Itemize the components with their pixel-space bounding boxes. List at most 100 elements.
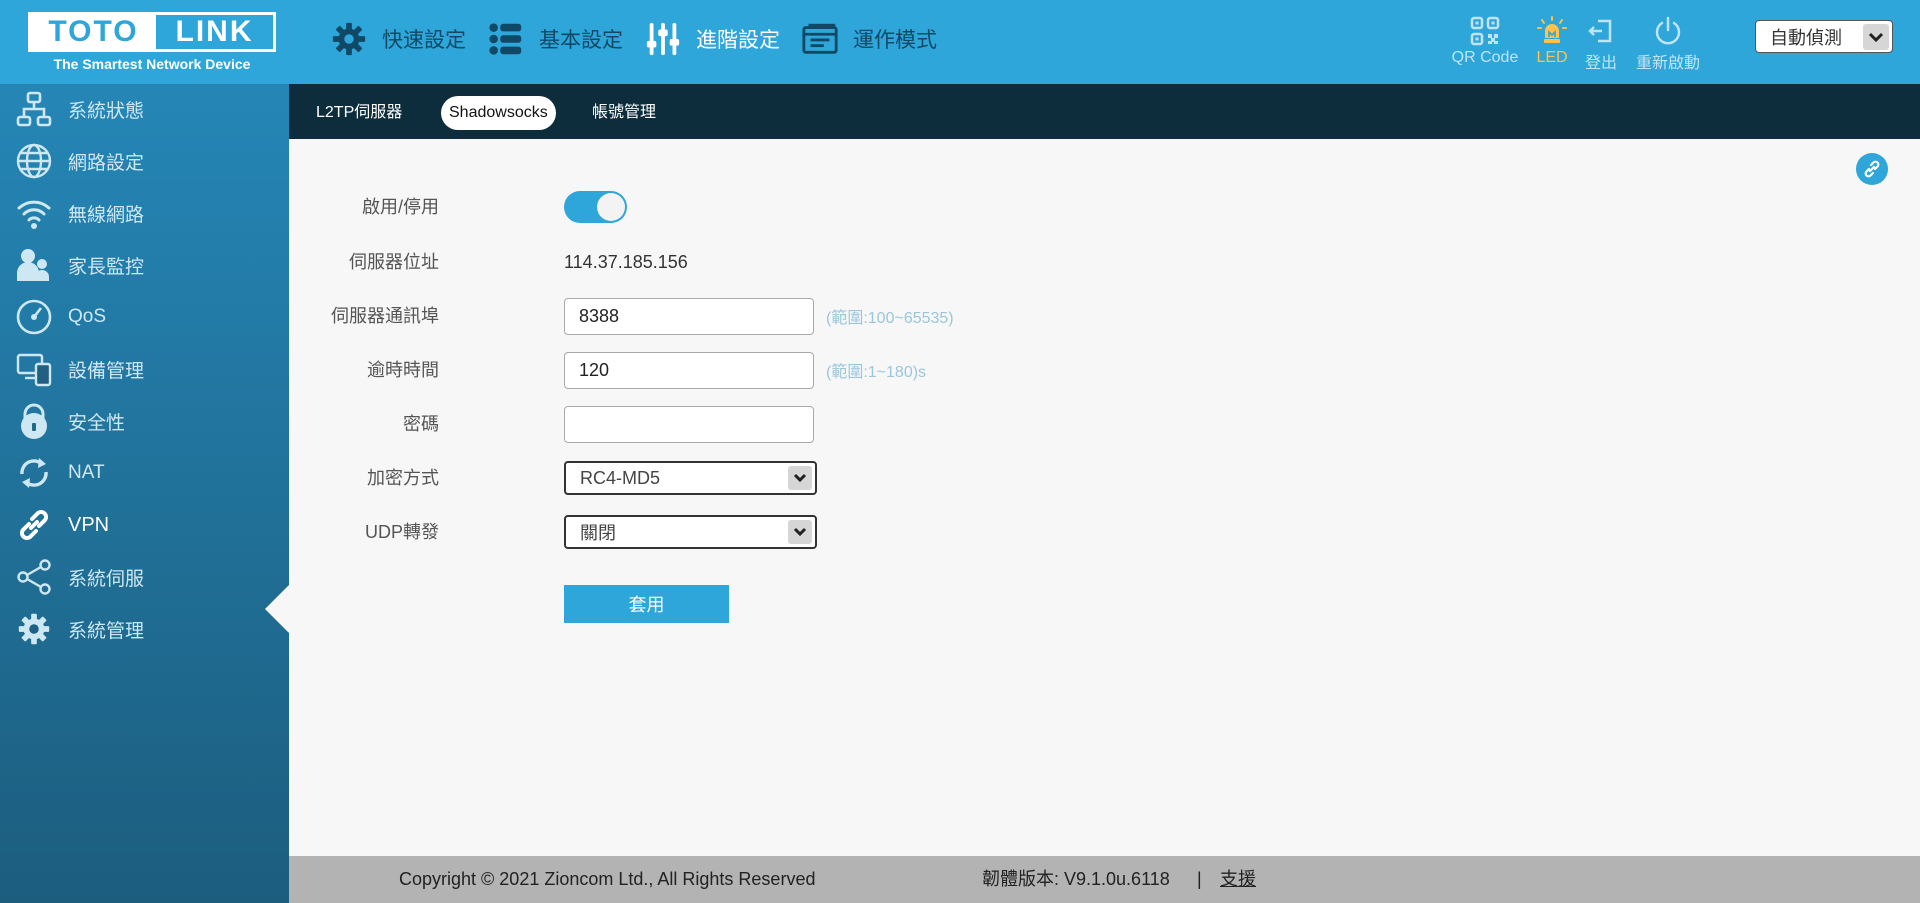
sidebar-item-label: 系統狀態 — [68, 100, 145, 122]
language-value: 自動偵測 — [1770, 27, 1842, 48]
encryption-select[interactable]: RC4-MD5 — [564, 461, 817, 495]
logo-tagline: The Smartest Network Device — [53, 56, 251, 72]
nav-label: 基本設定 — [539, 29, 623, 52]
enable-row: 啟用/停用 — [289, 187, 1289, 227]
chevron-down-icon — [1863, 23, 1889, 50]
server-port-row: 伺服器通訊埠 8388 (範圍:100~65535) — [289, 296, 1289, 336]
nav-operation-mode[interactable]: 運作模式 — [801, 18, 937, 60]
sidebar-item-device-management[interactable]: 設備管理 — [0, 344, 289, 394]
sidebar-item-label: 系統管理 — [68, 620, 145, 642]
encryption-value: RC4-MD5 — [580, 467, 661, 488]
sidebar-item-qos[interactable]: QoS — [0, 292, 289, 342]
list-icon — [489, 23, 522, 55]
lock-icon — [14, 401, 54, 441]
top-header: TOTO LINK The Smartest Network Device 快速… — [0, 0, 1920, 84]
udp-forward-value: 關閉 — [580, 523, 616, 543]
nav-quick-setup[interactable]: 快速設定 — [330, 18, 466, 60]
network-status-icon — [14, 89, 54, 129]
devices-icon — [14, 349, 54, 389]
sidebar-item-network[interactable]: 網路設定 — [0, 136, 289, 186]
sidebar-item-system-management[interactable]: 系統管理 — [0, 604, 289, 654]
link-icon — [14, 505, 54, 545]
tab-l2tp-server[interactable]: L2TP伺服器 — [308, 96, 410, 130]
sidebar-item-label: 網路設定 — [68, 152, 145, 174]
qr-code-label: QR Code — [1451, 49, 1519, 66]
support-link[interactable]: 支援 — [1220, 856, 1256, 903]
firmware-version: 韌體版本: V9.1.0u.6118 — [982, 869, 1170, 889]
footer: Copyright © 2021 Zioncom Ltd., All Right… — [289, 856, 1920, 903]
sidebar-item-security[interactable]: 安全性 — [0, 396, 289, 446]
qr-code-icon — [1470, 16, 1500, 46]
copyright-text: Copyright © 2021 Zioncom Ltd., All Right… — [399, 869, 816, 889]
nav-label: 運作模式 — [853, 29, 937, 52]
sliders-icon — [646, 22, 680, 56]
server-address-label: 伺服器位址 — [349, 252, 439, 272]
tab-account-management[interactable]: 帳號管理 — [584, 96, 664, 130]
timeout-hint: (範圍:1~180)s — [826, 364, 927, 381]
nav-basic-setup[interactable]: 基本設定 — [487, 18, 623, 60]
apply-button[interactable]: 套用 — [564, 585, 729, 623]
nav-label: 快速設定 — [382, 29, 466, 52]
sidebar-item-nat[interactable]: NAT — [0, 448, 289, 498]
parental-icon — [14, 245, 54, 285]
footer-separator: | — [1197, 869, 1202, 889]
sidebar-item-label: NAT — [68, 462, 105, 483]
password-row: 密碼 — [289, 404, 1289, 444]
udp-forward-select[interactable]: 關閉 — [564, 515, 817, 549]
enable-label: 啟用/停用 — [361, 197, 439, 217]
main-content: 啟用/停用 伺服器位址 114.37.185.156 伺服器通訊埠 8388 (… — [289, 139, 1920, 856]
globe-icon — [14, 141, 54, 181]
sidebar-item-vpn[interactable]: VPN — [0, 500, 289, 550]
sidebar-item-parental-control[interactable]: 家長監控 — [0, 240, 289, 290]
udp-forward-label: UDP轉發 — [364, 522, 439, 542]
share-icon — [14, 557, 54, 597]
password-label: 密碼 — [403, 414, 439, 434]
server-port-input[interactable]: 8388 — [564, 297, 814, 335]
timeout-input[interactable]: 120 — [564, 351, 814, 389]
udp-forward-row: UDP轉發 關閉 — [289, 512, 1289, 552]
gear-icon — [14, 609, 54, 649]
reboot-label: 重新啟動 — [1635, 55, 1700, 72]
sidebar-item-system-service[interactable]: 系統伺服 — [0, 552, 289, 602]
tab-shadowsocks[interactable]: Shadowsocks — [441, 96, 556, 130]
chevron-down-icon — [788, 466, 812, 490]
sidebar-item-label: 設備管理 — [68, 360, 145, 382]
chevron-down-icon — [788, 520, 812, 544]
server-port-hint: (範圍:100~65535) — [826, 310, 954, 327]
refresh-icon — [14, 453, 54, 493]
sidebar-item-label: 無線網路 — [68, 204, 145, 226]
server-port-label: 伺服器通訊埠 — [331, 306, 439, 326]
nav-advanced-setup[interactable]: 進階設定 — [644, 18, 780, 60]
sidebar-item-label: 安全性 — [68, 412, 126, 434]
wifi-icon — [14, 193, 54, 233]
logo-text-right: LINK — [175, 15, 254, 48]
sidebar-item-wireless[interactable]: 無線網路 — [0, 188, 289, 238]
enable-toggle[interactable] — [564, 191, 627, 223]
help-link-icon[interactable] — [1856, 153, 1888, 185]
reboot-button[interactable]: 重新啟動 — [1628, 16, 1708, 73]
timeout-row: 逾時時間 120 (範圍:1~180)s — [289, 350, 1289, 390]
gear-icon — [332, 22, 366, 56]
totolink-logo: TOTO LINK The Smartest Network Device — [28, 12, 276, 74]
sidebar: 系統狀態 網路設定 無線網路 家長監控 QoS 設備管理 安全性 NAT VPN… — [0, 84, 290, 903]
logo-wordmark: TOTO LINK — [28, 12, 276, 52]
sub-tab-bar: L2TP伺服器 Shadowsocks 帳號管理 — [289, 84, 1920, 139]
sidebar-item-system-status[interactable]: 系統狀態 — [0, 84, 289, 134]
sidebar-item-label: VPN — [68, 513, 110, 536]
logout-icon — [1588, 19, 1612, 43]
nav-label: 進階設定 — [696, 29, 780, 52]
encryption-label: 加密方式 — [367, 468, 439, 488]
sidebar-item-label: 家長監控 — [68, 256, 145, 278]
server-address-value: 114.37.185.156 — [564, 251, 688, 272]
server-address-row: 伺服器位址 114.37.185.156 — [289, 242, 1289, 282]
active-item-pointer — [265, 584, 290, 634]
speedometer-icon — [14, 297, 54, 337]
sidebar-item-label: 系統伺服 — [68, 568, 145, 590]
qr-code-button[interactable]: QR Code — [1447, 16, 1523, 67]
password-input[interactable] — [564, 405, 814, 443]
logo-text-left: TOTO — [31, 15, 156, 49]
mode-icon — [802, 23, 838, 54]
toggle-knob — [597, 193, 625, 221]
sidebar-item-label: QoS — [68, 306, 107, 327]
language-select[interactable]: 自動偵測 — [1755, 20, 1893, 53]
